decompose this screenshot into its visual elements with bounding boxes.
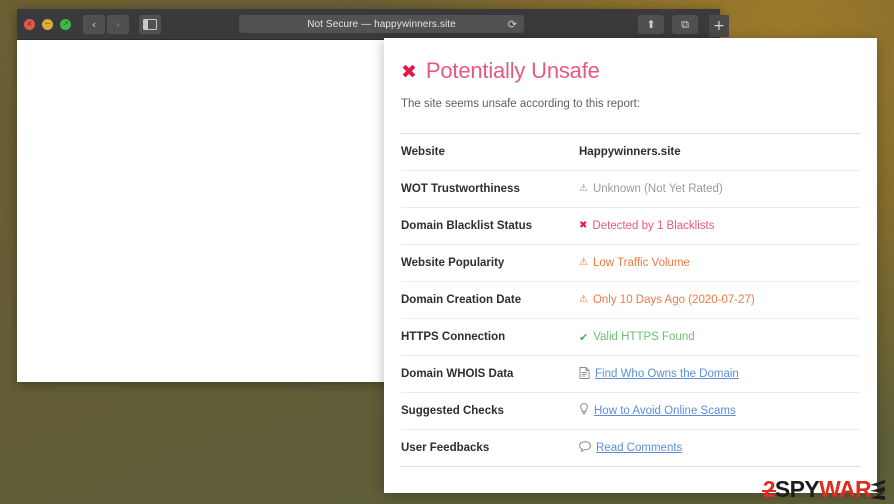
row-value: Happywinners.site <box>579 146 681 158</box>
table-row: Website Popularity ⚠ Low Traffic Volume <box>401 245 860 282</box>
unsafe-cross-icon: ✖ <box>401 61 417 83</box>
row-value-text: Detected by 1 Blacklists <box>592 220 715 232</box>
minimize-window-button[interactable]: − <box>42 18 53 30</box>
row-value: ⚠ Unknown (Not Yet Rated) <box>579 183 723 195</box>
browser-titlebar: × − ↗ ‹ › Not Secure — happywinners.site… <box>17 9 729 40</box>
table-row: Website Happywinners.site <box>401 134 860 171</box>
forward-button[interactable]: › <box>107 14 129 34</box>
sidebar-toggle-button[interactable] <box>139 14 161 34</box>
row-value[interactable]: Read Comments <box>579 441 682 455</box>
window-traffic-lights: × − ↗ <box>17 18 71 30</box>
site-watermark: 2 SPY WAR <box>761 476 886 502</box>
row-value-text: Valid HTTPS Found <box>593 331 695 343</box>
row-value: ⚠ Low Traffic Volume <box>579 257 690 269</box>
page-title: Potentially Unsafe <box>425 58 600 83</box>
toolbar-right-group: ⬆ ⧉ <box>638 15 698 34</box>
address-bar[interactable]: Not Secure — happywinners.site ⟳ <box>239 15 524 33</box>
row-label: User Feedbacks <box>401 442 490 454</box>
show-tabs-icon[interactable]: ⧉ <box>672 15 698 34</box>
row-status-icon <box>579 366 590 382</box>
row-value: ✔ Valid HTTPS Found <box>579 331 695 343</box>
navigation-buttons: ‹ › <box>83 14 129 34</box>
row-status-icon <box>579 441 591 455</box>
row-label: WOT Trustworthiness <box>401 183 520 195</box>
row-label: Suggested Checks <box>401 405 504 417</box>
row-value[interactable]: Find Who Owns the Domain <box>579 366 739 382</box>
table-row: WOT Trustworthiness ⚠ Unknown (Not Yet Rat… <box>401 171 860 208</box>
row-label: Website <box>401 146 445 158</box>
table-row: Domain WHOIS Data Find Who Owns the Domai… <box>401 356 860 393</box>
safety-report-panel: ✖ Potentially Unsafe The site seems unsa… <box>384 38 877 493</box>
new-tab-button[interactable]: + <box>709 15 729 37</box>
table-row: Domain Creation Date ⚠ Only 10 Days Ago (2… <box>401 282 860 319</box>
row-label: HTTPS Connection <box>401 331 506 343</box>
row-status-icon <box>579 403 589 419</box>
back-button[interactable]: ‹ <box>83 14 105 34</box>
share-icon[interactable]: ⬆ <box>638 15 664 34</box>
row-status-icon: ⚠ <box>579 183 588 194</box>
watermark-part-war: WAR <box>819 476 871 502</box>
row-label: Domain Creation Date <box>401 294 522 306</box>
row-value[interactable]: How to Avoid Online Scams <box>579 403 736 419</box>
report-heading: ✖ Potentially Unsafe <box>401 38 860 84</box>
sidebar-icon <box>143 18 157 30</box>
table-row: Domain Blacklist Status ✖ Detected by 1 Bl… <box>401 208 860 245</box>
watermark-jagged-e-icon <box>870 479 885 500</box>
row-value-text: Happywinners.site <box>579 146 681 158</box>
row-value-link[interactable]: How to Avoid Online Scams <box>594 405 736 417</box>
row-status-icon: ⚠ <box>579 257 588 268</box>
watermark-part-2: 2 <box>761 476 777 502</box>
watermark-part-spy: SPY <box>774 476 820 502</box>
row-label: Domain Blacklist Status <box>401 220 533 232</box>
table-row: HTTPS Connection ✔ Valid HTTPS Found <box>401 319 860 356</box>
row-label: Website Popularity <box>401 257 505 269</box>
row-value-text: Only 10 Days Ago (2020-07-27) <box>592 294 755 306</box>
row-value-text: Unknown (Not Yet Rated) <box>592 183 723 195</box>
row-value-link[interactable]: Find Who Owns the Domain <box>595 368 739 380</box>
row-value-text: Low Traffic Volume <box>592 257 690 269</box>
row-value-link[interactable]: Read Comments <box>596 442 682 454</box>
row-value: ⚠ Only 10 Days Ago (2020-07-27) <box>579 294 755 306</box>
table-row: User Feedbacks Read Comments <box>401 430 860 467</box>
table-row: Suggested Checks How to Avoid Online Scam… <box>401 393 860 430</box>
row-status-icon: ⚠ <box>579 294 588 305</box>
row-status-icon: ✔ <box>579 330 589 344</box>
address-bar-text: Not Secure — happywinners.site <box>307 18 456 30</box>
reload-icon[interactable]: ⟳ <box>508 18 517 31</box>
row-label: Domain WHOIS Data <box>401 368 514 380</box>
close-window-button[interactable]: × <box>24 18 35 30</box>
row-status-icon: ✖ <box>579 220 588 231</box>
maximize-window-button[interactable]: ↗ <box>60 18 71 30</box>
report-subtitle: The site seems unsafe according to this … <box>401 98 641 110</box>
row-value: ✖ Detected by 1 Blacklists <box>579 220 714 232</box>
report-table: Website Happywinners.site WOT Trustworthin… <box>401 133 860 467</box>
